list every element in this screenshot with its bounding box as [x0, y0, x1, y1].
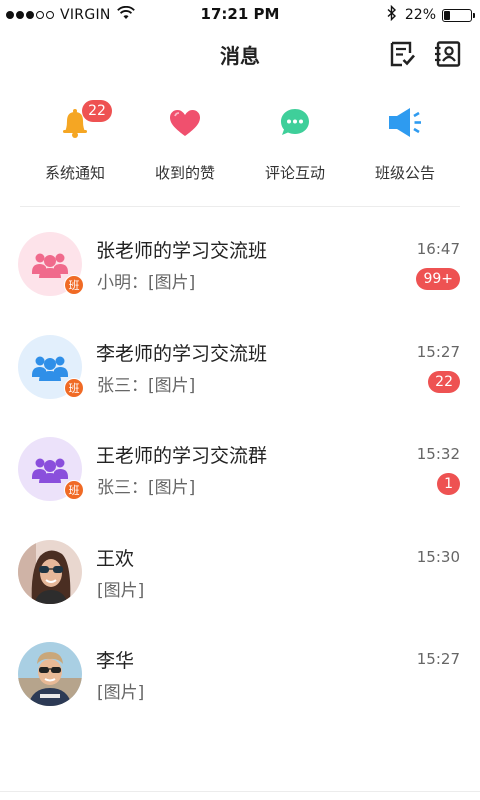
conversation-name: 李华 [96, 650, 135, 672]
class-tag-badge: 班 [64, 480, 84, 500]
quick-label: 系统通知 [44, 164, 105, 182]
comment-icon [276, 104, 314, 142]
conversation-preview: 张三：[图片] [97, 375, 196, 396]
quick-class-announcement[interactable]: 班级公告 [350, 94, 460, 184]
battery-icon [442, 8, 475, 22]
conversation-item[interactable]: 班 张老师的学习交流班 小明：[图片] 16:47 99+ [0, 222, 480, 325]
conversation-item[interactable]: 班 李老师的学习交流班 张三：[图片] 15:27 22 [0, 325, 480, 428]
heart-icon [166, 104, 204, 142]
contacts-icon[interactable] [434, 40, 462, 68]
conversation-name: 张老师的学习交流班 [96, 240, 268, 262]
battery-percent: 22% [404, 7, 436, 23]
conversation-preview: [图片] [97, 580, 145, 601]
conversation-time: 15:32 [416, 445, 460, 463]
quick-actions: 22 系统通知 收到的赞 评论互动 班级公告 [20, 94, 460, 184]
conversation-name: 王欢 [96, 547, 135, 570]
notice-badge: 22 [82, 100, 112, 122]
conversation-item[interactable]: 李华 [图片] 15:27 [0, 632, 480, 735]
conversation-time: 15:27 [416, 342, 460, 361]
user-photo-woman [18, 539, 82, 604]
conversation-time: 16:47 [416, 240, 460, 258]
quick-comments[interactable]: 评论互动 [240, 94, 350, 184]
conversation-name: 李老师的学习交流班 [96, 342, 268, 365]
unread-badge: 1 [437, 473, 460, 495]
battery-level [444, 10, 450, 20]
nav-bar: 消息 [0, 30, 480, 78]
unread-badge: 22 [428, 370, 460, 393]
quick-system-notice[interactable]: 22 系统通知 [20, 94, 130, 184]
conversation-preview: [图片] [97, 683, 145, 703]
conversation-item[interactable]: 王欢 [图片] 15:30 [0, 530, 480, 633]
quick-label: 收到的赞 [154, 164, 215, 182]
checklist-icon[interactable] [388, 40, 416, 68]
user-photo-man [18, 642, 82, 706]
section-divider [20, 206, 460, 207]
conversation-time: 15:30 [416, 547, 460, 566]
conversation-list: 班 张老师的学习交流班 小明：[图片] 16:47 99+ 班 李老师的学习交流… [0, 222, 480, 735]
unread-badge: 99+ [416, 268, 460, 290]
battery-area: 22% [387, 4, 475, 25]
conversation-time: 15:27 [416, 650, 460, 668]
conversation-name: 王老师的学习交流群 [96, 445, 268, 467]
quick-label: 评论互动 [264, 164, 325, 182]
user-avatar [18, 539, 82, 604]
class-tag-badge: 班 [64, 377, 84, 398]
megaphone-icon [386, 104, 424, 142]
conversation-item[interactable]: 班 王老师的学习交流群 张三：[图片] 15:32 1 [0, 427, 480, 530]
user-avatar [18, 642, 82, 706]
class-tag-badge: 班 [64, 275, 84, 295]
conversation-preview: 小明：[图片] [97, 273, 196, 293]
conversation-preview: 张三：[图片] [97, 478, 196, 498]
bluetooth-icon [387, 4, 397, 25]
status-bar: VIRGIN 17:21 PM 22% [0, 0, 480, 30]
quick-likes[interactable]: 收到的赞 [130, 94, 240, 184]
bottom-divider [0, 791, 480, 792]
quick-label: 班级公告 [374, 164, 435, 182]
